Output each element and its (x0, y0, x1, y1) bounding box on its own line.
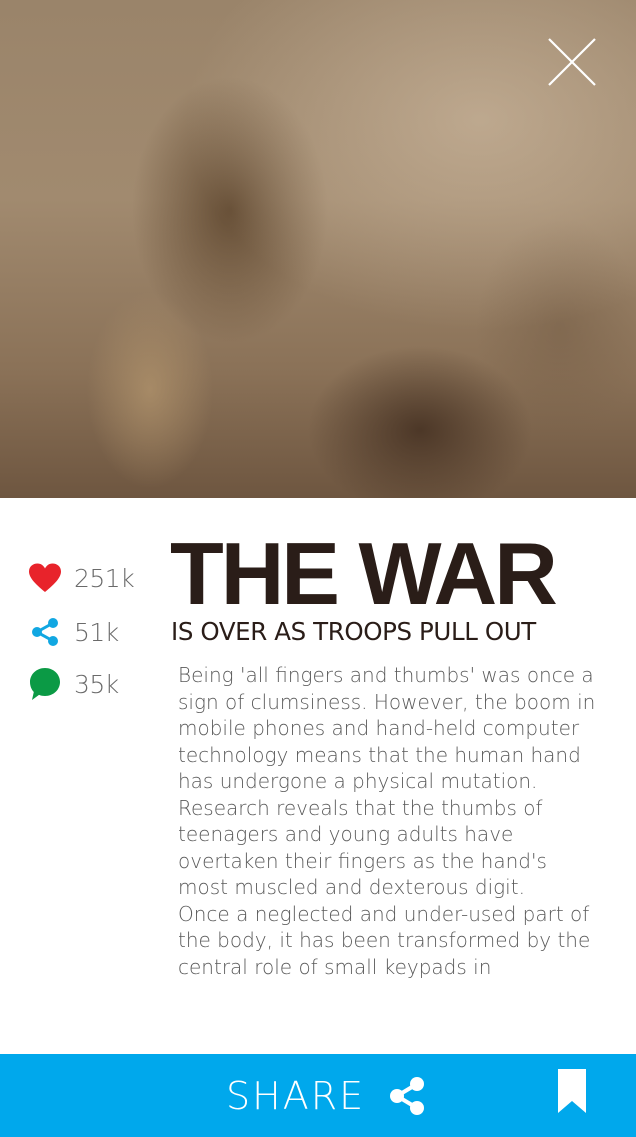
article-title: THE WAR (170, 524, 558, 623)
share-bar: SHARE (0, 1054, 636, 1137)
hero-image (0, 0, 636, 498)
likes-count: 251k (74, 563, 135, 593)
likes-stat[interactable]: 251k (28, 560, 135, 596)
article-subtitle: IS OVER AS TROOPS PULL OUT (171, 617, 536, 646)
hero-dust-overlay (0, 0, 636, 498)
share-icon (387, 1076, 427, 1116)
article-paragraph: Once a neglected and under-used part of … (178, 901, 591, 979)
share-button-label: SHARE (226, 1074, 366, 1118)
heart-icon (28, 561, 62, 595)
comment-icon (28, 667, 62, 701)
bookmark-button[interactable] (557, 1068, 587, 1114)
close-icon (548, 38, 596, 86)
comments-count: 35k (74, 669, 119, 699)
share-button[interactable]: SHARE (226, 1068, 427, 1124)
article-paragraph: Being 'all fingers and thumbs' was once … (178, 663, 596, 793)
close-button[interactable] (547, 37, 597, 87)
bookmark-icon (558, 1069, 586, 1113)
comments-stat[interactable]: 35k (28, 666, 119, 702)
article-paragraph: Research reveals that the thumbs of teen… (178, 795, 547, 900)
share-icon (28, 615, 62, 649)
shares-stat[interactable]: 51k (28, 614, 119, 650)
article-body: Being 'all fingers and thumbs' was once … (178, 662, 598, 980)
shares-count: 51k (74, 617, 119, 647)
